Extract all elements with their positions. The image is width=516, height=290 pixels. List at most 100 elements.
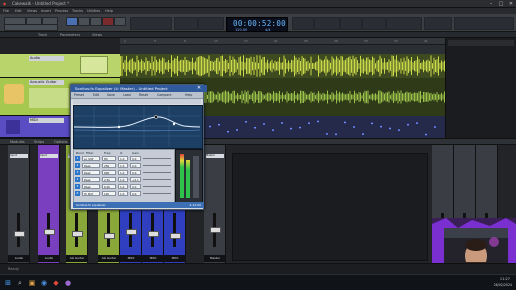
menu-tracks[interactable]: Tracks: [72, 9, 83, 13]
fader-knob[interactable]: [170, 233, 181, 239]
equalizer-plugin-window[interactable]: Sonitus:fx Equalizer (4: Master) - Untit…: [70, 84, 207, 210]
cakewalk-icon[interactable]: ◆: [52, 279, 60, 287]
band-filter[interactable]: Hi Shlf: [82, 191, 100, 196]
band-freq[interactable]: 6.0k: [102, 184, 116, 189]
strip-name[interactable]: AG Guitar: [98, 255, 120, 262]
screensets-module[interactable]: [362, 17, 386, 30]
close-button[interactable]: ✕: [506, 0, 516, 8]
strips-menu[interactable]: Strips: [34, 140, 44, 144]
loop-button[interactable]: [114, 17, 126, 26]
band-slider[interactable]: [143, 193, 171, 194]
search-icon[interactable]: ⌕: [16, 279, 24, 287]
band-number[interactable]: 4: [75, 177, 80, 182]
menu-file[interactable]: File: [3, 9, 9, 13]
play-button[interactable]: [90, 17, 102, 26]
project-selector[interactable]: [4, 24, 58, 31]
channel-strip[interactable]: Input Audio: [38, 145, 60, 263]
menu-edit[interactable]: Edit: [15, 9, 22, 13]
stop-button[interactable]: [78, 17, 90, 26]
band-row[interactable]: 3 Peak 800 1.0 0.0: [75, 170, 173, 175]
track-controls[interactable]: [29, 88, 69, 108]
timeline-ruler[interactable]: 1 5 9 13 17 21 25 29 33 37 41: [120, 38, 445, 45]
help-button[interactable]: Help: [185, 93, 192, 97]
compare-button[interactable]: Compare: [157, 93, 171, 97]
track-name[interactable]: Acoustic Guitar: [29, 80, 64, 85]
band-row[interactable]: 2 Peak 250 1.0 0.0: [75, 163, 173, 168]
band-q[interactable]: 1.0: [118, 170, 128, 175]
channel-strip[interactable]: Input Audio: [8, 145, 30, 263]
plugin-title[interactable]: Sonitus:fx Equalizer (4: Master) - Untit…: [71, 85, 207, 92]
band-gain[interactable]: +2.1: [130, 177, 141, 182]
markers-module[interactable]: [198, 17, 224, 30]
strip-name[interactable]: Audio: [38, 255, 60, 262]
strip-name[interactable]: AG Guitar: [66, 255, 88, 262]
band-number[interactable]: 6: [75, 191, 80, 196]
record-button[interactable]: [102, 17, 114, 26]
band-filter[interactable]: Lo Shlf: [82, 156, 100, 161]
band-slider[interactable]: [143, 186, 171, 187]
strip-name[interactable]: Audio: [8, 255, 30, 262]
fader-knob[interactable]: [126, 229, 137, 235]
band-number[interactable]: 1: [75, 156, 80, 161]
band-q[interactable]: 1.0: [118, 177, 128, 182]
band-gain[interactable]: 0.0: [130, 170, 141, 175]
mix-module[interactable]: [314, 17, 340, 30]
fader-knob[interactable]: [210, 227, 221, 233]
strip-name[interactable]: MIDI: [142, 255, 164, 262]
band-row[interactable]: 4 Peak 2.5k 1.0 +2.1: [75, 177, 173, 182]
input-selector[interactable]: Input: [40, 154, 58, 158]
band-row[interactable]: 6 Hi Shlf 12k 1.0 0.0: [75, 191, 173, 196]
band-slider[interactable]: [143, 172, 171, 173]
track-menu[interactable]: Track: [38, 33, 47, 37]
fader-knob[interactable]: [44, 229, 55, 235]
band-slider[interactable]: [143, 165, 171, 166]
views-menu[interactable]: Views: [92, 33, 102, 37]
parameters-menu[interactable]: Parameters: [60, 33, 80, 37]
band-number[interactable]: 3: [75, 170, 80, 175]
maximize-button[interactable]: □: [496, 0, 506, 8]
fader-knob[interactable]: [104, 233, 115, 239]
start-icon[interactable]: ⊞: [4, 279, 12, 287]
tools-module[interactable]: [130, 17, 172, 30]
band-filter[interactable]: Peak: [82, 184, 100, 189]
band-q[interactable]: 1.0: [118, 156, 128, 161]
band-row[interactable]: 1 Lo Shlf 80 1.0 0.0: [75, 156, 173, 161]
band-freq[interactable]: 250: [102, 163, 116, 168]
channel-strip-master[interactable]: Master Master: [204, 145, 226, 263]
band-gain[interactable]: 0.0: [130, 184, 141, 189]
volume-fader[interactable]: [107, 213, 110, 247]
input-selector[interactable]: Input: [10, 154, 28, 158]
band-q[interactable]: 1.0: [118, 184, 128, 189]
eq-response-graph[interactable]: [73, 105, 203, 149]
minimize-button[interactable]: –: [486, 0, 496, 8]
rewind-button[interactable]: [66, 17, 78, 26]
performance-module[interactable]: [386, 17, 422, 30]
output-gain-fader[interactable]: [193, 156, 199, 198]
save-button[interactable]: Save: [107, 93, 115, 97]
modules-menu[interactable]: Modules: [10, 140, 25, 144]
browser-tabs[interactable]: [448, 40, 514, 46]
reset-button[interactable]: Reset: [139, 93, 148, 97]
track-name[interactable]: MIDI: [29, 118, 64, 123]
band-freq[interactable]: 80: [102, 156, 116, 161]
clock-date[interactable]: 26/02/2024: [494, 283, 512, 287]
band-q[interactable]: 1.0: [118, 163, 128, 168]
plugin-close-button[interactable]: ✕: [195, 85, 203, 92]
band-number[interactable]: 5: [75, 184, 80, 189]
band-row[interactable]: 5 Peak 6.0k 1.0 0.0: [75, 184, 173, 189]
snap-module[interactable]: [174, 17, 198, 30]
edit-button[interactable]: Edit: [93, 93, 99, 97]
strip-name[interactable]: MIDI: [120, 255, 142, 262]
band-freq[interactable]: 800: [102, 170, 116, 175]
audio-clip[interactable]: [120, 54, 445, 78]
menu-views[interactable]: Views: [27, 9, 37, 13]
preset-button[interactable]: Preset: [74, 93, 84, 97]
strip-name[interactable]: Master: [204, 255, 226, 262]
band-q[interactable]: 1.0: [118, 191, 128, 196]
track-name[interactable]: Audio: [29, 56, 64, 61]
band-number[interactable]: 2: [75, 163, 80, 168]
clock-time[interactable]: 11:27: [500, 277, 510, 281]
obs-icon[interactable]: ●: [64, 279, 72, 287]
band-gain[interactable]: 0.0: [130, 156, 141, 161]
fader-knob[interactable]: [14, 231, 25, 237]
